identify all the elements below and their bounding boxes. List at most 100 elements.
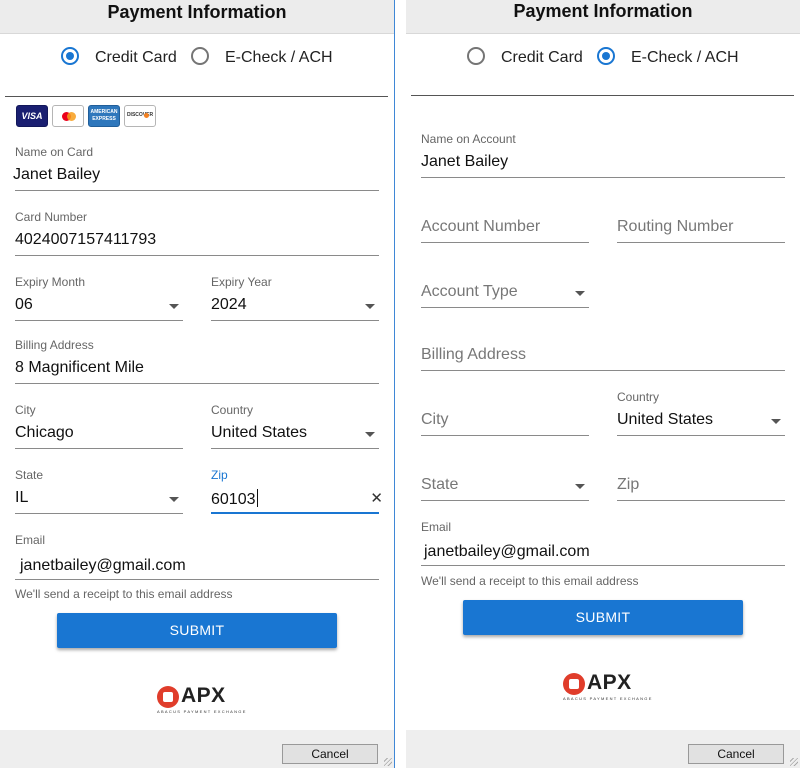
credit-card-radio[interactable] [467,47,485,65]
clear-x-icon[interactable]: ✕ [370,489,383,507]
field-underline [15,448,183,449]
city-input[interactable]: Chicago [15,424,74,442]
billing-address-input[interactable]: 8 Magnificent Mile [15,359,144,377]
city-placeholder[interactable]: City [421,411,449,429]
email-helper-text: We'll send a receipt to this email addre… [421,574,639,588]
name-on-account-input[interactable]: Janet Bailey [421,153,508,171]
visa-logo-icon: VISA [16,105,48,127]
divider [5,96,388,97]
discover-logo-icon: DISCOVER [124,105,156,127]
page-title: Payment Information [513,1,693,21]
caret-down-icon[interactable] [365,432,375,437]
expiry-month-select[interactable]: Expiry Month 06 [15,275,183,335]
field-underline [617,242,785,243]
card-number-label: Card Number [15,210,88,224]
account-type-placeholder[interactable]: Account Type [421,283,518,301]
email-input[interactable]: janetbailey@gmail.com [424,543,590,561]
apx-badge-icon [563,673,585,695]
billing-address-field[interactable]: Billing Address 8 Magnificent Mile [15,338,379,398]
zip-placeholder[interactable]: Zip [617,476,639,494]
echeck-radio[interactable] [597,47,615,65]
expiry-year-value[interactable]: 2024 [211,296,247,314]
caret-down-icon[interactable] [771,419,781,424]
country-value[interactable]: United States [211,424,307,442]
field-underline [211,448,379,449]
caret-down-icon[interactable] [575,484,585,489]
apx-badge-icon [157,686,179,708]
country-select[interactable]: Country United States [617,390,785,450]
field-underline [15,383,379,384]
amex-logo-icon: AMERICAN EXPRESS [88,105,120,127]
email-label: Email [421,520,452,534]
expiry-month-value[interactable]: 06 [15,296,33,314]
city-field[interactable]: City [421,390,589,450]
zip-input[interactable]: 60103 [211,489,258,509]
name-on-card-field[interactable]: Name on Card Janet Bailey [13,145,379,205]
field-underline [15,190,379,191]
country-label: Country [617,390,660,404]
submit-button[interactable]: SUBMIT [463,600,743,635]
echeck-radio-label[interactable]: E-Check / ACH [225,49,333,67]
routing-number-placeholder[interactable]: Routing Number [617,218,734,236]
zip-field[interactable]: Zip [617,455,785,515]
panel-separator [394,0,395,768]
account-type-select[interactable]: Account Type [421,262,589,322]
routing-number-field[interactable]: Routing Number [617,197,785,257]
credit-card-radio[interactable] [61,47,79,65]
city-label: City [15,403,36,417]
card-number-field[interactable]: Card Number 4024007157411793 [15,210,379,270]
echeck-radio[interactable] [191,47,209,65]
field-underline [617,435,785,436]
email-input[interactable]: janetbailey@gmail.com [20,557,186,575]
field-underline [421,500,589,501]
state-value[interactable]: IL [15,489,28,507]
name-on-card-input[interactable]: Janet Bailey [13,166,100,184]
payment-method-selector: Credit Card E-Check / ACH [406,46,800,70]
cancel-button[interactable]: Cancel [688,744,784,764]
submit-button[interactable]: SUBMIT [57,613,337,648]
field-underline [421,242,589,243]
apx-logo: APX ABACUS PAYMENT EXCHANGE [563,671,651,703]
country-select[interactable]: Country United States [211,403,379,463]
zip-field[interactable]: Zip 60103 ✕ [211,468,383,528]
account-number-field[interactable]: Account Number [421,197,589,257]
name-on-account-field[interactable]: Name on Account Janet Bailey [421,132,785,192]
account-number-placeholder[interactable]: Account Number [421,218,540,236]
country-value[interactable]: United States [617,411,713,429]
zip-label: Zip [211,468,228,482]
expiry-year-select[interactable]: Expiry Year 2024 [211,275,379,335]
panel-gap [394,0,406,768]
apx-logo-text: APX [587,671,632,694]
caret-down-icon[interactable] [365,304,375,309]
caret-down-icon[interactable] [169,304,179,309]
state-placeholder[interactable]: State [421,476,458,494]
credit-card-radio-label[interactable]: Credit Card [95,49,177,67]
billing-address-label: Billing Address [15,338,94,352]
title-bar: Payment Information [406,0,800,34]
card-number-input[interactable]: 4024007157411793 [15,231,156,249]
divider [411,95,794,96]
name-on-account-label: Name on Account [421,132,516,146]
state-label: State [15,468,44,482]
apx-logo-text: APX [181,684,226,707]
city-field[interactable]: City Chicago [15,403,183,463]
title-bar: Payment Information [0,0,394,34]
resize-grip-icon[interactable] [790,758,798,766]
echeck-radio-label[interactable]: E-Check / ACH [631,49,739,67]
apx-logo: APX ABACUS PAYMENT EXCHANGE [157,684,245,716]
billing-address-field[interactable]: Billing Address [421,325,785,385]
credit-card-radio-label[interactable]: Credit Card [501,49,583,67]
cancel-button[interactable]: Cancel [282,744,378,764]
billing-address-placeholder[interactable]: Billing Address [421,346,526,364]
email-label: Email [15,533,46,547]
email-field[interactable]: Email janetbailey@gmail.com [15,533,379,593]
caret-down-icon[interactable] [575,291,585,296]
dialog-footer: Cancel [0,730,394,768]
credit-card-payment-panel: Payment Information Credit Card E-Check … [0,0,394,768]
state-select[interactable]: State IL [15,468,183,528]
field-underline [421,370,785,371]
resize-grip-icon[interactable] [384,758,392,766]
state-select[interactable]: State [421,455,589,515]
email-field[interactable]: Email janetbailey@gmail.com [421,520,785,580]
caret-down-icon[interactable] [169,497,179,502]
